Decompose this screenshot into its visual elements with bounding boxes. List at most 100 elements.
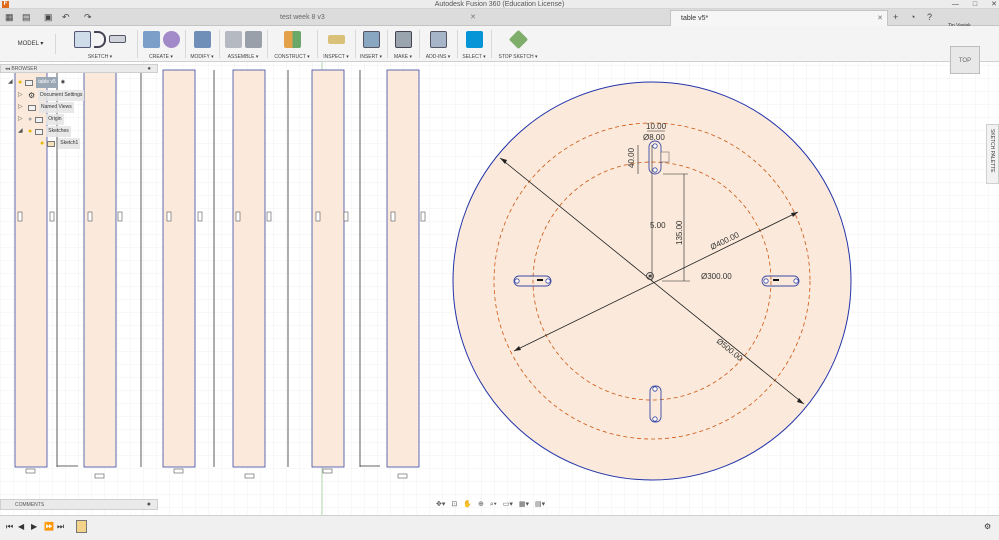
play-icon[interactable]: ▶ [31, 522, 37, 531]
grid-settings-icon[interactable]: ▦▾ [517, 499, 531, 511]
measure-icon[interactable] [327, 34, 345, 44]
add-ins-group[interactable]: ADD-INS ▾ [420, 28, 456, 60]
expand-triangle-icon[interactable]: ◢ [8, 77, 15, 88]
joint-icon[interactable] [244, 30, 262, 48]
activate-radio-icon[interactable]: ◉ [61, 77, 65, 88]
timeline-sketch-marker-icon[interactable] [76, 520, 87, 533]
minimize-button[interactable]: — [952, 0, 959, 9]
insert-image-icon[interactable] [362, 30, 380, 48]
dim-40[interactable]: 40.00 [627, 147, 636, 168]
browser-panel: ◂◂ BROWSER ● ◢ ● table v5 ◉ ▷ ⚙ Document… [0, 64, 158, 154]
sketch-palette-tab[interactable]: SKETCH PALETTE [986, 124, 999, 184]
sketch-group[interactable]: SKETCH ▾ [64, 28, 136, 60]
sketch-icon[interactable] [74, 30, 91, 48]
select-label: SELECT ▾ [462, 54, 486, 60]
visibility-bulb-icon[interactable]: ● [18, 77, 22, 88]
grid-menu-icon[interactable]: ▦ [5, 12, 14, 23]
pan-icon[interactable]: ✋ [461, 499, 474, 511]
go-to-end-icon[interactable]: ⏭ [57, 522, 64, 532]
select-arrow-icon[interactable] [465, 30, 483, 48]
browser-title: BROWSER [11, 66, 38, 72]
browser-item-named-views[interactable]: ▷ Named Views [18, 102, 74, 113]
browser-root-item[interactable]: ◢ ● table v5 ◉ [8, 77, 65, 88]
viewcube-top-face[interactable]: TOP [950, 46, 980, 74]
look-at-icon[interactable]: ⊡ [449, 499, 459, 511]
step-back-icon[interactable]: ◀ [18, 522, 24, 531]
file-icon[interactable]: ▤ [22, 12, 31, 23]
browser-item-origin[interactable]: ▷ ● Origin [18, 114, 64, 125]
extrude-icon[interactable] [142, 30, 160, 48]
create-group[interactable]: CREATE ▾ [138, 28, 184, 60]
comments-panel[interactable]: COMMENTS ● [0, 499, 158, 510]
fit-icon[interactable]: ⌕▾ [488, 499, 499, 511]
dim-dia-small[interactable]: Ø8.00 [643, 133, 665, 142]
folder-icon [35, 128, 44, 135]
close-icon[interactable]: ✕ [470, 10, 476, 26]
display-settings-icon[interactable]: ▭▾ [501, 499, 515, 511]
maximize-button[interactable]: □ [973, 0, 977, 9]
expand-triangle-icon[interactable]: ▷ [18, 102, 25, 113]
modify-group[interactable]: MODIFY ▾ [186, 28, 218, 60]
stop-sketch-group[interactable]: STOP SKETCH ▾ [492, 28, 544, 60]
browser-item-sketches[interactable]: ◢ ● Sketches [18, 126, 71, 137]
expand-triangle-icon[interactable]: ▷ [18, 90, 25, 101]
visibility-bulb-icon[interactable]: ● [40, 138, 44, 149]
step-forward-icon[interactable]: ⏩ [44, 522, 54, 531]
new-component-icon[interactable] [224, 30, 242, 48]
scripts-icon[interactable] [429, 30, 447, 48]
make-label: MAKE ▾ [393, 54, 413, 60]
close-icon[interactable]: ✕ [877, 11, 883, 27]
component-icon [25, 79, 34, 86]
make-group[interactable]: MAKE ▾ [388, 28, 418, 60]
navigation-bar: ✥▾ ⊡ ✋ ⊕ ⌕▾ ▭▾ ▦▾ ▤▾ [434, 498, 547, 512]
workspace-dropdown[interactable]: MODEL ▾ [6, 34, 56, 54]
viewports-icon[interactable]: ▤▾ [533, 499, 547, 511]
tab-test-week[interactable]: test week 8 v3 ✕ [270, 10, 480, 26]
visibility-bulb-icon[interactable]: ● [28, 126, 32, 137]
orbit-icon[interactable]: ✥▾ [434, 499, 447, 511]
save-icon[interactable]: ▣ [44, 12, 53, 23]
go-to-start-icon[interactable]: ⏮ [6, 522, 13, 532]
close-window-button[interactable]: ✕ [991, 0, 997, 9]
browser-item-label: table v5 [36, 77, 58, 88]
dim-dia300[interactable]: Ø300.00 [701, 272, 732, 281]
select-group[interactable]: SELECT ▾ [458, 28, 490, 60]
timeline-settings-gear-icon[interactable]: ⚙ [984, 522, 991, 531]
assemble-group[interactable]: ASSEMBLE ▾ [220, 28, 266, 60]
expand-triangle-icon[interactable]: ◢ [18, 126, 25, 137]
dim-10[interactable]: 10.00 [646, 122, 667, 131]
redo-icon[interactable]: ↷ [84, 12, 92, 23]
rectangle-icon[interactable] [109, 35, 126, 43]
undo-icon[interactable]: ↶ [62, 12, 70, 23]
expand-triangle-icon[interactable]: ▷ [18, 114, 25, 125]
form-icon[interactable] [162, 30, 180, 48]
browser-item-sketch1[interactable]: ● Sketch1 [40, 138, 81, 149]
gear-icon: ⚙ [28, 91, 36, 100]
visibility-bulb-icon[interactable]: ● [28, 114, 32, 125]
browser-item-document-settings[interactable]: ▷ ⚙ Document Settings [18, 90, 85, 101]
new-tab-icon[interactable]: + [893, 12, 898, 23]
inspect-label: INSPECT ▾ [323, 54, 349, 60]
job-status-icon[interactable]: ◔ [910, 12, 915, 23]
3d-print-icon[interactable] [394, 30, 412, 48]
construct-label: CONSTRUCT ▾ [274, 54, 310, 60]
zoom-icon[interactable]: ⊕ [476, 499, 486, 511]
offset-plane-icon[interactable] [283, 30, 301, 48]
add-comment-icon[interactable]: ● [147, 500, 151, 510]
pin-icon[interactable]: ● [147, 65, 151, 73]
inspect-group[interactable]: INSPECT ▾ [318, 28, 354, 60]
dim-135[interactable]: 135.00 [675, 220, 684, 245]
sketch-label: SKETCH ▾ [87, 54, 113, 60]
browser-header[interactable]: ◂◂ BROWSER ● [0, 64, 158, 73]
viewcube[interactable]: TOP [950, 46, 982, 76]
browser-item-label: Sketches [46, 126, 71, 137]
help-icon[interactable]: ? [927, 12, 932, 23]
browser-item-label: Document Settings [38, 90, 85, 101]
stop-sketch-icon[interactable] [508, 29, 528, 49]
tab-table[interactable]: table v5* ✕ [670, 10, 888, 26]
construct-group[interactable]: CONSTRUCT ▾ [268, 28, 316, 60]
arc-icon[interactable] [94, 30, 106, 48]
insert-group[interactable]: INSERT ▾ [356, 28, 386, 60]
press-pull-icon[interactable] [193, 30, 211, 48]
dim-5[interactable]: 5.00 [650, 221, 666, 230]
